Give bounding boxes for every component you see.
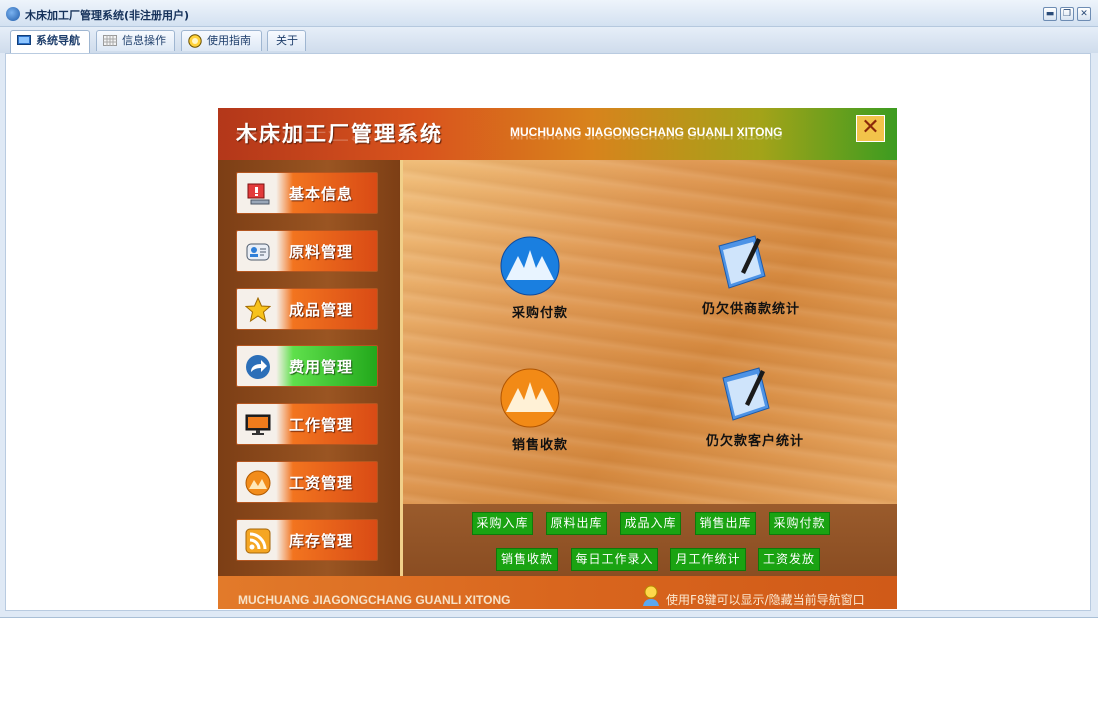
panel-footer: MUCHUANG JIAGONGCHANG GUANLI XITONG 使用F8… (218, 576, 897, 609)
quick-product-in-button[interactable]: 成品入库 (620, 512, 681, 535)
sidebar-item-inventory[interactable]: 库存管理 (236, 519, 378, 561)
title-bar: 木床加工厂管理系统(非注册用户) ▬ ❐ ✕ (0, 0, 1098, 27)
sidebar-item-material[interactable]: 原料管理 (236, 230, 378, 272)
sidebar-item-work[interactable]: 工作管理 (236, 403, 378, 445)
blue-orb-icon (500, 236, 560, 296)
quick-daily-work-entry-button[interactable]: 每日工作录入 (571, 548, 658, 571)
tab-system-nav[interactable]: 系统导航 (10, 30, 90, 53)
star-icon (245, 297, 271, 323)
sidebar-item-expense[interactable]: 费用管理 (236, 345, 378, 387)
contact-card-icon (246, 243, 270, 261)
forward-arrow-icon (246, 355, 270, 379)
panel-header: 木床加工厂管理系统 木床加工厂管理系统 MUCHUANG JIAGONGCHAN… (218, 108, 897, 160)
minimize-button[interactable]: ▬ (1043, 7, 1057, 21)
sidebar-item-salary[interactable]: 工资管理 (236, 461, 378, 503)
panel-subtitle-reflection: MUCHUANG JIAGONGCHANG GUANLI XITONG (510, 132, 783, 141)
panel-close-button[interactable]: ✕ (856, 115, 885, 142)
display-icon (245, 414, 271, 435)
rss-feed-icon (245, 528, 271, 554)
quick-sales-out-button[interactable]: 销售出库 (695, 512, 756, 535)
tab-info-ops[interactable]: 信息操作 (96, 30, 175, 51)
navigation-panel: 木床加工厂管理系统 木床加工厂管理系统 MUCHUANG JIAGONGCHAN… (218, 108, 897, 609)
restore-button[interactable]: ❐ (1060, 7, 1074, 21)
panel-title-reflection: 木床加工厂管理系统 (236, 130, 443, 142)
computer-alert-icon (247, 183, 270, 205)
close-window-button[interactable]: ✕ (1077, 7, 1091, 21)
footer-title: MUCHUANG JIAGONGCHANG GUANLI XITONG (238, 593, 511, 607)
app-logo-icon (6, 7, 20, 21)
feature-customer-debt-stats[interactable]: 仍欠款客户统计 (706, 364, 803, 449)
quick-monthly-work-stats-button[interactable]: 月工作统计 (670, 548, 746, 571)
document-pen-icon (718, 235, 766, 289)
quick-material-out-button[interactable]: 原料出库 (546, 512, 607, 535)
orange-orb-icon (245, 470, 271, 496)
tab-about[interactable]: 关于 (267, 30, 306, 51)
feature-purchase-payment[interactable]: 采购付款 (500, 236, 567, 321)
grid-icon (103, 35, 117, 46)
feature-sales-receipt[interactable]: 销售收款 (500, 368, 567, 453)
quick-purchase-payment-button[interactable]: 采购付款 (769, 512, 830, 535)
sidebar-item-product[interactable]: 成品管理 (236, 288, 378, 330)
monitor-icon (17, 35, 31, 45)
feature-supplier-debt-stats[interactable]: 仍欠供商款统计 (702, 232, 799, 317)
lightbulb-user-icon (643, 585, 659, 606)
tab-user-guide[interactable]: 使用指南 (181, 30, 262, 51)
quick-sales-receipt-button[interactable]: 销售收款 (496, 548, 558, 571)
tab-bar: 系统导航 信息操作 使用指南 关于 (0, 27, 1098, 53)
quick-purchase-in-button[interactable]: 采购入库 (472, 512, 533, 535)
help-icon (188, 34, 202, 48)
orange-orb-icon (500, 368, 560, 428)
window-title: 木床加工厂管理系统(非注册用户) (25, 9, 190, 22)
quick-salary-payout-button[interactable]: 工资发放 (758, 548, 820, 571)
sidebar-item-basic-info[interactable]: 基本信息 (236, 172, 378, 214)
document-pen-icon (722, 367, 770, 421)
f8-hint-text: 使用F8键可以显示/隐藏当前导航窗口 (666, 593, 865, 607)
